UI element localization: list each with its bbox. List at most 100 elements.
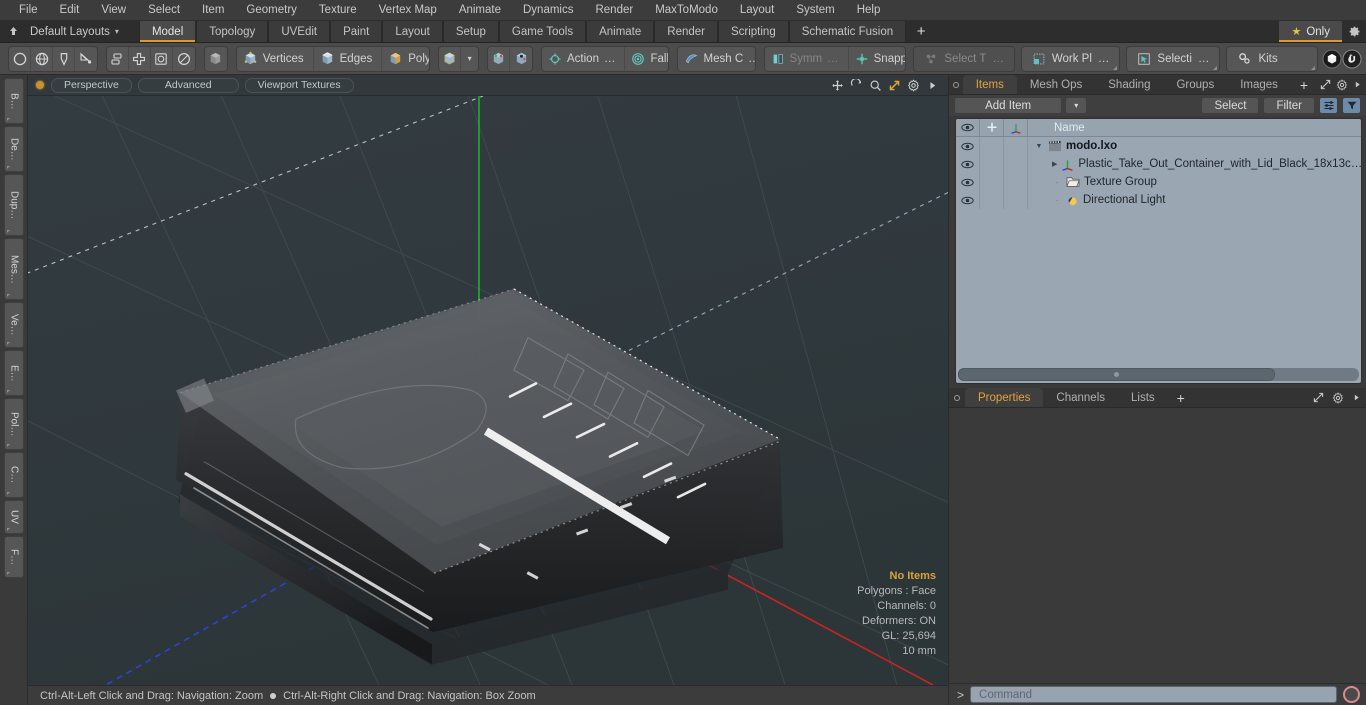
items-tree-axis-cell[interactable] [1004, 191, 1028, 209]
rotate-icon[interactable] [173, 47, 195, 71]
stack-icon[interactable] [107, 46, 129, 71]
menu-item-select[interactable]: Select [137, 0, 191, 21]
left-tool-tab-6[interactable]: Pol… [3, 398, 24, 450]
cube-icon[interactable] [205, 47, 227, 71]
items-tree-pivot-cell[interactable] [980, 191, 1004, 209]
tree-expander-icon[interactable]: ▶ [1052, 160, 1057, 168]
globe-icon[interactable] [31, 46, 54, 71]
zoom-tool-icon[interactable] [866, 76, 885, 95]
funnel-icon[interactable] [1342, 97, 1361, 114]
component-mode-polygons[interactable]: Polygons [382, 47, 429, 71]
play-arrow-icon[interactable] [923, 76, 942, 95]
gear-icon[interactable] [1342, 21, 1366, 42]
viewport-projection-button[interactable]: Perspective [51, 77, 132, 93]
panel-tab-lists[interactable]: Lists [1118, 388, 1168, 407]
menu-item-layout[interactable]: Layout [729, 0, 786, 21]
layout-tab-render[interactable]: Render [654, 21, 718, 42]
left-tool-tab-3[interactable]: Mes… [3, 238, 24, 300]
record-circle-icon[interactable] [1343, 686, 1360, 703]
menu-item-render[interactable]: Render [584, 0, 644, 21]
items-tree-hscroll-thumb[interactable] [958, 368, 1275, 381]
filter-button[interactable]: Filter [1263, 97, 1315, 114]
items-tree-row[interactable]: · Texture Group [956, 173, 1361, 191]
layout-tab-schematic-fusion[interactable]: Schematic Fusion [788, 21, 907, 42]
items-tree-row[interactable]: ▶ Plastic_Take_Out_Container_with_Lid_Bla… [956, 155, 1361, 173]
add-layout-tab-button[interactable]: + [906, 21, 937, 42]
work-plane-button[interactable]: Work Pl … [1020, 45, 1121, 72]
rotate-tool-icon[interactable] [847, 76, 866, 95]
fit-tool-icon[interactable] [885, 76, 904, 95]
items-tree-row-label-cell[interactable]: · Directional Light [1028, 191, 1361, 209]
left-tool-tab-2[interactable]: Dup… [3, 174, 24, 236]
pen-icon[interactable] [53, 46, 76, 71]
menu-item-view[interactable]: View [90, 0, 137, 21]
modo-badge-icon[interactable] [1321, 47, 1342, 71]
panel-tab-items[interactable]: Items [962, 75, 1017, 94]
chevron-right-icon[interactable] [1350, 75, 1366, 94]
snap-cube-a-icon[interactable] [488, 46, 511, 71]
items-tree-row-label-cell[interactable]: ▶ Plastic_Take_Out_Container_with_Lid_Bla… [1028, 155, 1361, 173]
snapping-button[interactable]: Snapping [849, 47, 905, 71]
layout-tab-animate[interactable]: Animate [586, 21, 655, 42]
panel-tab-groups[interactable]: Groups [1163, 75, 1228, 94]
items-tree-row[interactable]: ▼ modo.lxo [956, 137, 1361, 155]
menu-item-edit[interactable]: Edit [49, 0, 91, 21]
move-tool-icon[interactable] [828, 76, 847, 95]
gear-icon[interactable] [904, 76, 923, 95]
items-tree-pivot-cell[interactable] [980, 155, 1004, 173]
items-tree-row-label-cell[interactable]: ▼ modo.lxo [1028, 137, 1361, 155]
items-tree-pivot-cell[interactable] [980, 173, 1004, 191]
pivot-icon[interactable] [980, 119, 1004, 136]
unreal-badge-icon[interactable] [1342, 47, 1362, 71]
items-tree-pivot-cell[interactable] [980, 137, 1004, 155]
eye-icon[interactable] [956, 155, 980, 173]
home-layout-icon[interactable] [0, 21, 26, 42]
left-tool-tab-4[interactable]: Ve… [3, 302, 24, 348]
viewport-textures-button[interactable]: Viewport Textures [244, 77, 354, 93]
left-tool-tab-9[interactable]: F… [3, 536, 24, 578]
panel-tab-shading[interactable]: Shading [1095, 75, 1164, 94]
add-item-caret[interactable]: ▾ [1065, 97, 1088, 114]
menu-item-animate[interactable]: Animate [448, 0, 512, 21]
item-cube-icon[interactable] [439, 46, 462, 71]
expand-icon[interactable] [1317, 75, 1333, 94]
items-tree-axis-cell[interactable] [1004, 137, 1028, 155]
kits-button[interactable]: Kits [1226, 45, 1319, 72]
items-tree-row-label-cell[interactable]: · Texture Group [1028, 173, 1361, 191]
left-tool-tab-0[interactable]: B… [3, 78, 24, 124]
items-tree-hscrollbar[interactable] [958, 368, 1359, 381]
gear-icon[interactable] [1328, 388, 1347, 407]
default-layouts-dropdown[interactable]: Default Layouts ▾ [26, 21, 129, 42]
curve-icon[interactable] [75, 47, 97, 71]
viewport-shading-button[interactable]: Advanced [137, 77, 239, 93]
panel-tab-channels[interactable]: Channels [1043, 388, 1119, 407]
component-mode-edges[interactable]: Edges [314, 46, 383, 71]
panel-tab-images[interactable]: Images [1227, 75, 1291, 94]
select-button[interactable]: Select [1201, 97, 1260, 114]
menu-item-dynamics[interactable]: Dynamics [512, 0, 584, 21]
only-toggle-button[interactable]: ★ Only [1279, 21, 1342, 42]
layout-tab-game-tools[interactable]: Game Tools [498, 21, 587, 42]
layout-tab-model[interactable]: Model [138, 21, 197, 42]
eye-icon[interactable] [956, 137, 980, 155]
items-tree-axis-cell[interactable] [1004, 173, 1028, 191]
tree-expander-icon[interactable]: ▼ [1034, 143, 1044, 150]
panel-tab-mesh-ops[interactable]: Mesh Ops [1016, 75, 1096, 94]
panel-tab-properties[interactable]: Properties [965, 388, 1044, 407]
symmetry-button[interactable]: Symm … [765, 46, 849, 71]
layout-tab-topology[interactable]: Topology [196, 21, 269, 42]
menu-item-system[interactable]: System [785, 0, 845, 21]
items-tree-row[interactable]: · Directional Light [956, 191, 1361, 209]
snap-cube-b-icon[interactable] [510, 47, 532, 71]
items-tree-axis-cell[interactable] [1004, 155, 1028, 173]
component-mode-vertices[interactable]: Vertices [237, 46, 314, 71]
items-add-tab-button[interactable]: + [1291, 75, 1317, 94]
frame-icon[interactable] [151, 46, 173, 71]
list-options-icon[interactable] [1319, 97, 1338, 114]
item-mode-dropdown-caret[interactable]: ▾ [461, 47, 478, 71]
layout-tab-uvedit[interactable]: UVEdit [268, 21, 331, 42]
left-tool-tab-7[interactable]: C… [3, 452, 24, 498]
menu-item-maxtomodo[interactable]: MaxToModo [644, 0, 729, 21]
menu-item-texture[interactable]: Texture [308, 0, 368, 21]
left-tool-tab-1[interactable]: De… [3, 126, 24, 172]
